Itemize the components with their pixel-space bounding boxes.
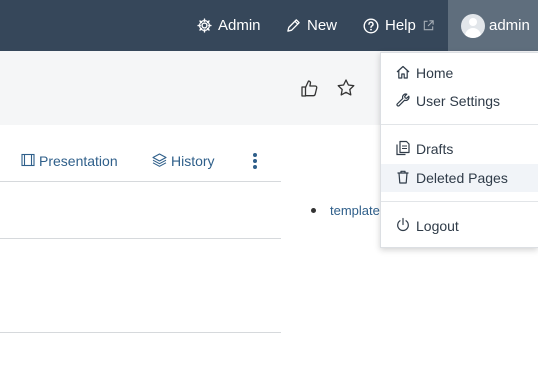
new-label: New: [307, 17, 338, 34]
more-actions-icon[interactable]: [250, 151, 260, 171]
tab-history-label: History: [171, 153, 215, 169]
template-link[interactable]: template: [330, 203, 380, 218]
tab-presentation-label: Presentation: [39, 153, 118, 169]
menu-item-user-settings[interactable]: User Settings: [381, 87, 538, 115]
admin-label: Admin: [218, 17, 261, 34]
help-circle-icon: [363, 17, 379, 34]
user-label: admin: [489, 17, 530, 34]
menu-item-drafts[interactable]: Drafts: [381, 135, 538, 163]
divider: [0, 238, 281, 239]
menu-item-deleted-pages[interactable]: Deleted Pages: [381, 164, 538, 192]
menu-separator: [381, 201, 538, 202]
layers-icon: [152, 152, 167, 170]
trash-icon: [395, 169, 411, 188]
avatar: [461, 13, 485, 38]
tab-history[interactable]: History: [152, 150, 215, 172]
help-label: Help: [385, 17, 416, 34]
menu-item-label: Deleted Pages: [416, 170, 508, 186]
user-menu-toggle[interactable]: admin: [448, 0, 538, 51]
menu-item-label: Home: [416, 65, 454, 81]
menu-item-label: Logout: [416, 218, 459, 234]
admin-menu-button[interactable]: Admin: [197, 0, 261, 51]
tab-presentation[interactable]: Presentation: [21, 150, 118, 172]
star-icon[interactable]: [336, 78, 356, 103]
home-icon: [395, 64, 411, 83]
top-navbar: Admin New Help admin: [0, 0, 538, 51]
help-link[interactable]: Help: [363, 0, 435, 51]
pencil-icon: [286, 18, 301, 33]
list-item: template: [311, 203, 380, 218]
divider: [0, 332, 281, 333]
wrench-icon: [395, 92, 411, 111]
new-page-button[interactable]: New: [286, 0, 337, 51]
user-dropdown-menu: Home User Settings Drafts Deleted Pages …: [380, 52, 538, 248]
bullet-dot: [311, 208, 316, 213]
menu-separator: [381, 124, 538, 125]
divider: [0, 181, 281, 182]
presentation-icon: [21, 153, 35, 170]
thumbs-up-icon[interactable]: [300, 78, 320, 103]
gear-icon: [197, 18, 212, 33]
menu-item-label: User Settings: [416, 93, 501, 109]
menu-item-label: Drafts: [416, 141, 454, 157]
power-icon: [395, 217, 411, 236]
menu-item-home[interactable]: Home: [381, 59, 538, 87]
menu-item-logout[interactable]: Logout: [381, 212, 538, 240]
drafts-icon: [395, 140, 411, 159]
external-link-icon: [422, 19, 435, 32]
